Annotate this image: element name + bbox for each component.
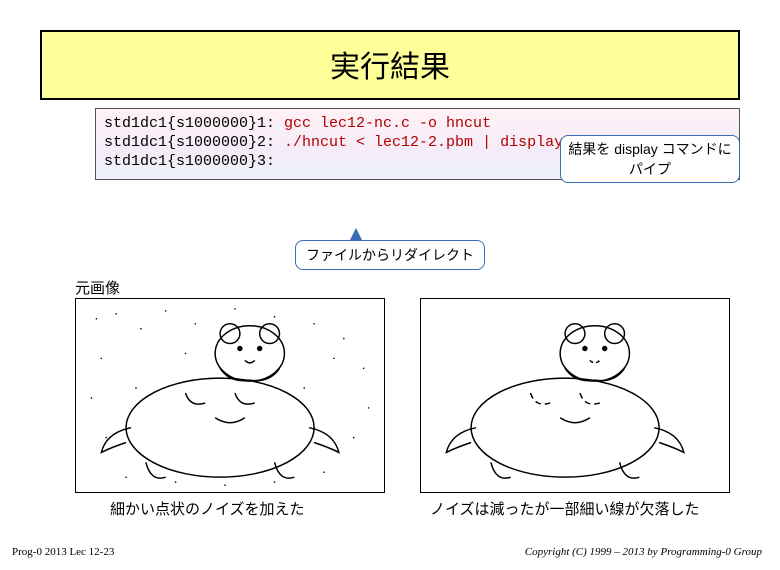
turtle-hamster-filtered-icon <box>421 299 729 492</box>
footer-right: Copyright (C) 1999 – 2013 by Programming… <box>525 546 762 558</box>
callout-redirect-tail <box>350 228 362 240</box>
cmd-1: gcc lec12-nc.c -o hncut <box>284 115 491 132</box>
callout-pipe-text: 結果を display コマンドにパイプ <box>568 141 731 177</box>
cmd-2: ./hncut < lec12-2.pbm | display & <box>284 134 581 151</box>
terminal-line-1: std1dc1{s1000000}1: gcc lec12-nc.c -o hn… <box>104 115 731 134</box>
callout-redirect-text: ファイルからリダイレクト <box>306 247 474 263</box>
slide-title-box: 実行結果 <box>40 30 740 100</box>
label-original-image: 元画像 <box>75 277 120 298</box>
caption-right: ノイズは減ったが一部細い線が欠落した <box>430 498 700 519</box>
image-original-noisy <box>75 298 385 493</box>
prompt-1: std1dc1{s1000000}1: <box>104 115 284 132</box>
slide-title: 実行結果 <box>330 51 450 84</box>
prompt-2: std1dc1{s1000000}2: <box>104 134 284 151</box>
prompt-3: std1dc1{s1000000}3: <box>104 153 275 170</box>
caption-left: 細かい点状のノイズを加えた <box>110 498 305 519</box>
image-filtered <box>420 298 730 493</box>
turtle-hamster-noisy-icon <box>76 299 384 492</box>
footer-left: Prog-0 2013 Lec 12-23 <box>12 546 114 558</box>
callout-pipe: 結果を display コマンドにパイプ <box>560 135 740 183</box>
callout-redirect: ファイルからリダイレクト <box>295 240 485 270</box>
